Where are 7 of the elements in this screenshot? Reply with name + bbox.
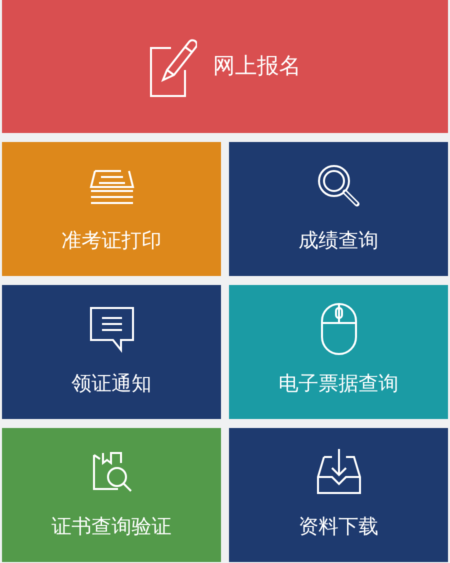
registration-banner-button[interactable]: 网上报名 [2, 0, 448, 133]
menu-tile[interactable]: 成绩查询 [229, 142, 448, 276]
menu-tile[interactable]: 资料下载 [229, 428, 448, 562]
menu-tile[interactable]: 准考证打印 [2, 142, 221, 276]
menu-tile[interactable]: 领证通知 [2, 285, 221, 419]
menu-tile[interactable]: 证书查询验证 [2, 428, 221, 562]
menu-tile[interactable]: 电子票据查询 [229, 285, 448, 419]
